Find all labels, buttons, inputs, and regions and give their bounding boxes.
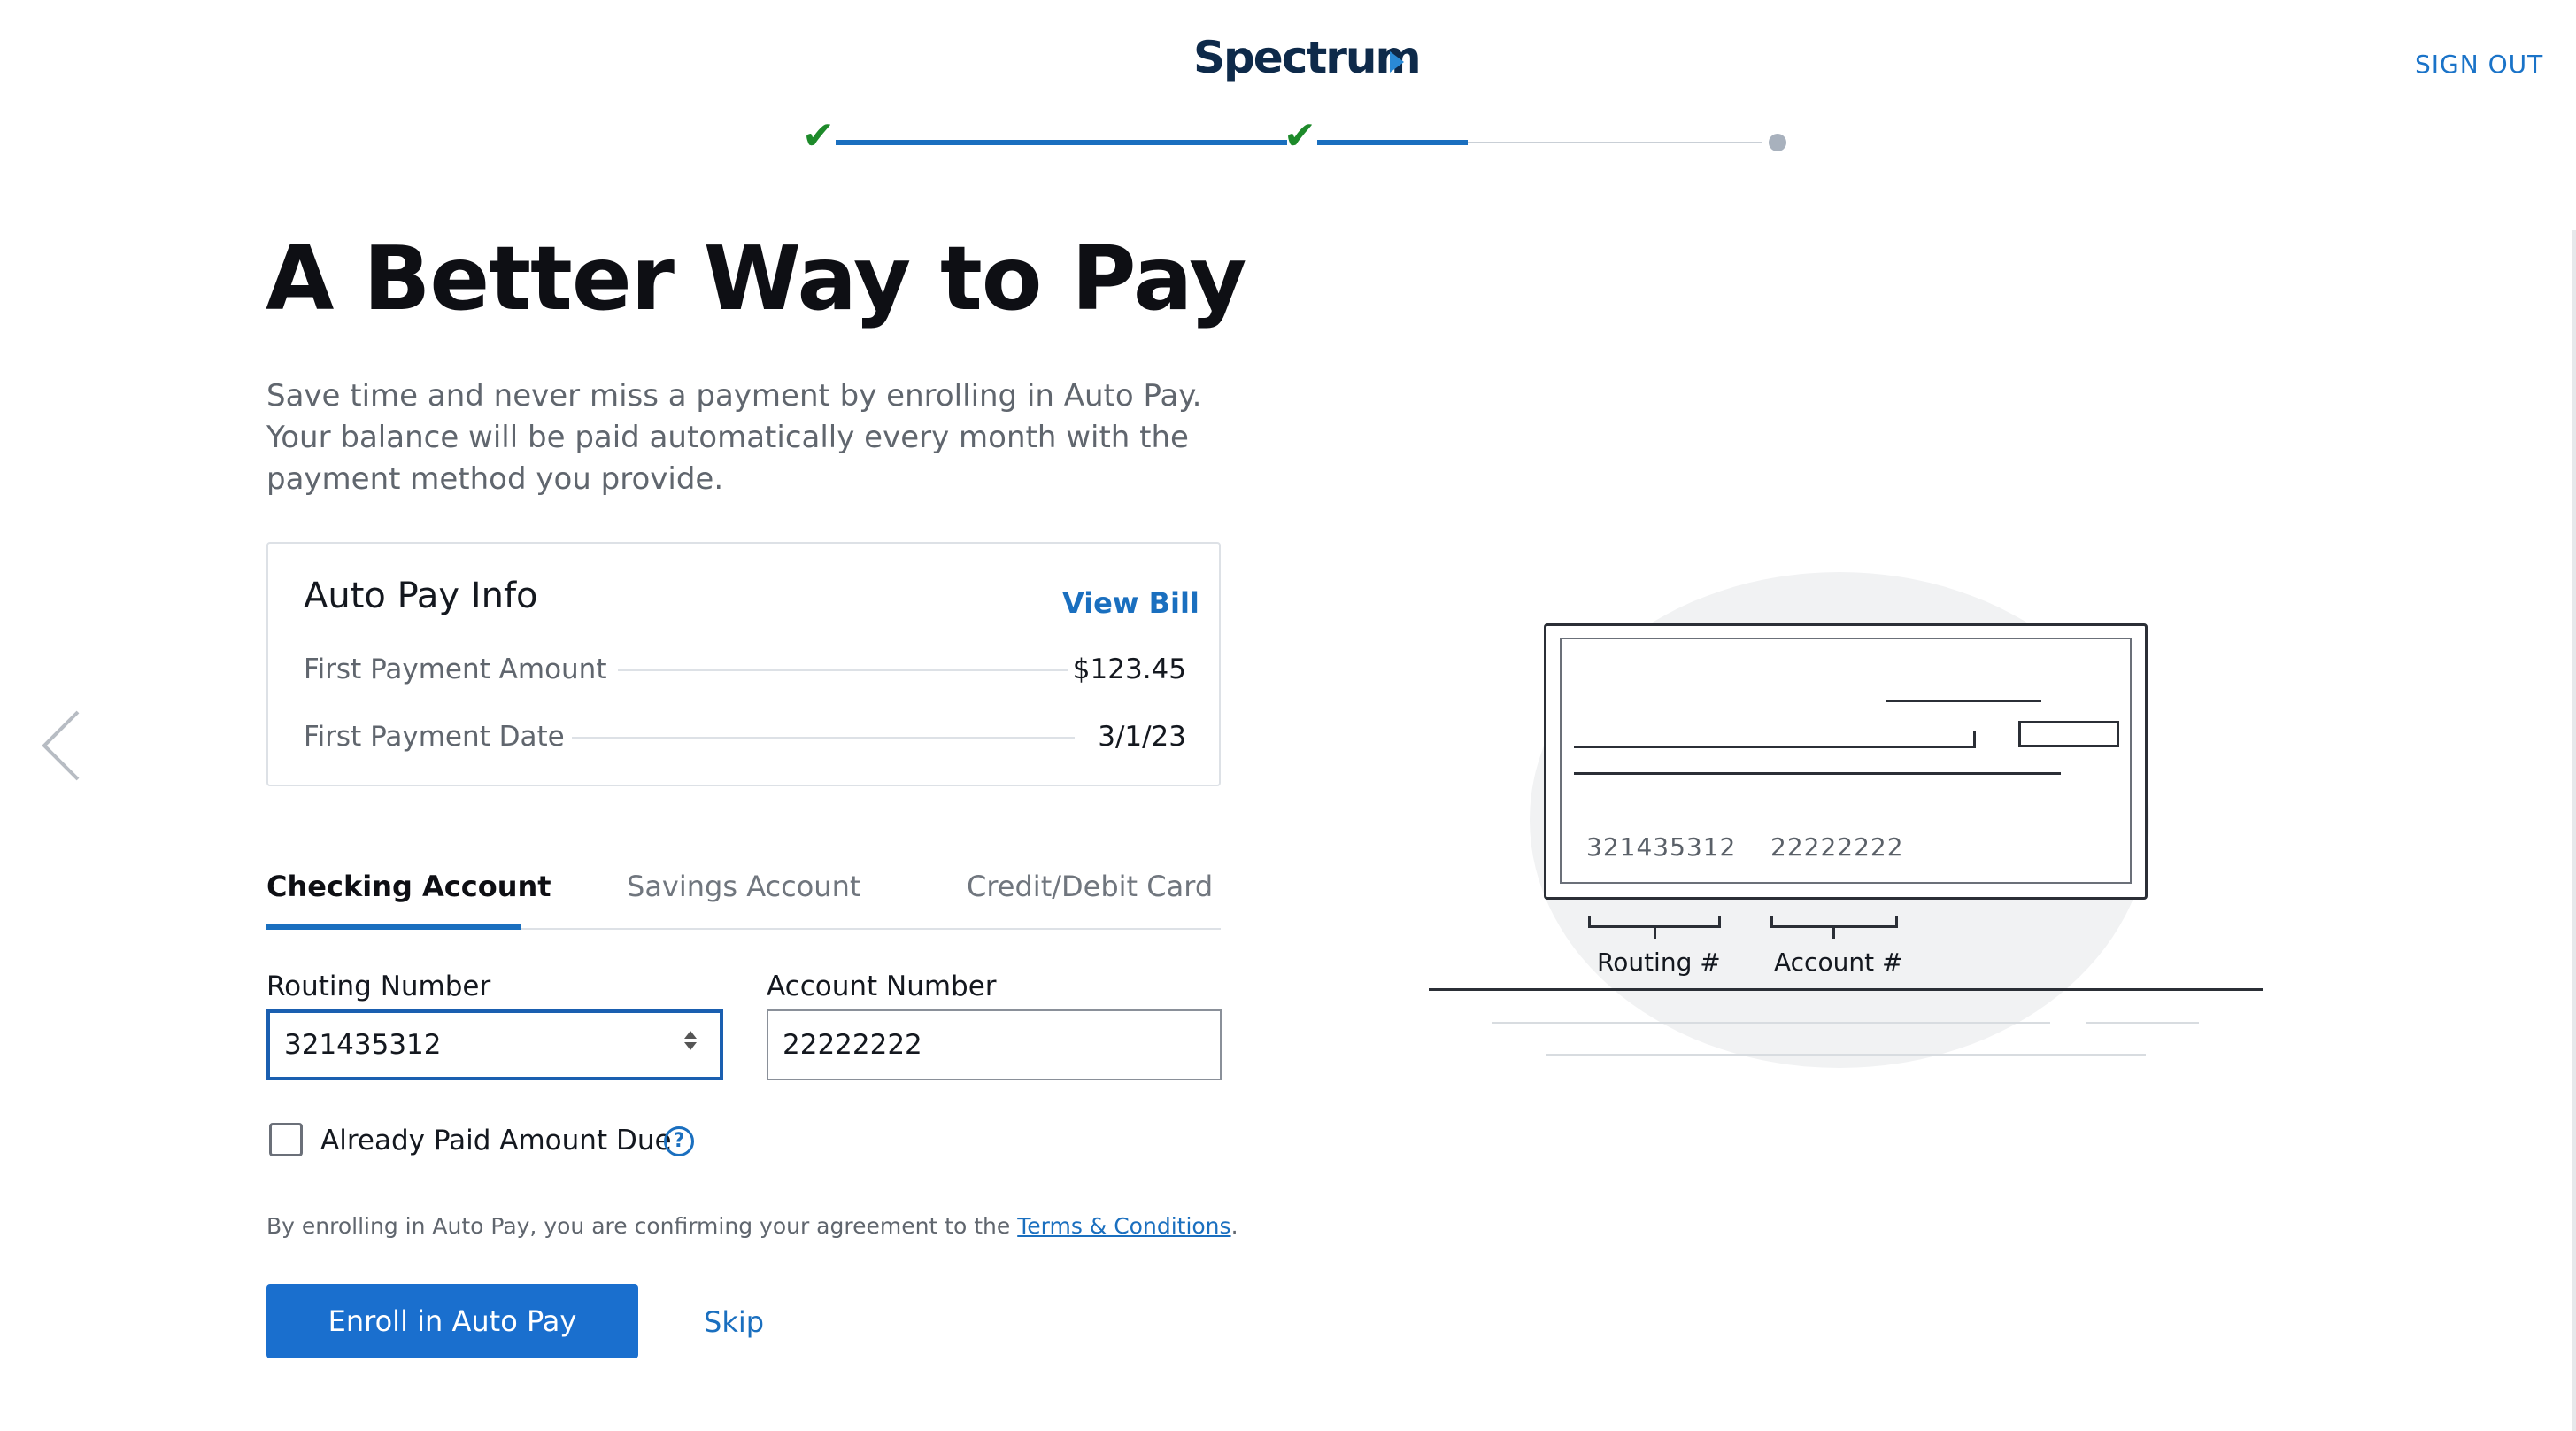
legal-text-end: . bbox=[1230, 1213, 1238, 1239]
ground-line bbox=[1429, 988, 2263, 991]
skip-link[interactable]: Skip bbox=[704, 1305, 764, 1339]
faint-line bbox=[2086, 1022, 2199, 1024]
leader-line bbox=[618, 669, 1068, 671]
first-payment-amount-label: First Payment Amount bbox=[304, 654, 607, 685]
tab-savings-account[interactable]: Savings Account bbox=[627, 870, 860, 903]
step-1-check-icon: ✔ bbox=[802, 113, 835, 159]
logo-arrow-icon bbox=[1390, 51, 1404, 73]
page-description: Save time and never miss a payment by en… bbox=[266, 378, 1202, 497]
progress-segment-2 bbox=[1317, 140, 1468, 145]
routing-number-input[interactable] bbox=[266, 1009, 723, 1080]
first-payment-date-value: 3/1/23 bbox=[1098, 721, 1186, 753]
account-label: Account # bbox=[1774, 948, 1903, 977]
account-number-input[interactable] bbox=[767, 1009, 1222, 1080]
progress-segment-remaining bbox=[1468, 142, 1762, 143]
chevron-left-icon[interactable] bbox=[39, 708, 83, 783]
check-account-number: 22222222 bbox=[1770, 832, 1904, 862]
step-2-check-icon: ✔ bbox=[1284, 113, 1316, 159]
check-routing-number: 321435312 bbox=[1586, 832, 1737, 862]
check-line bbox=[1973, 731, 1976, 747]
routing-number-label: Routing Number bbox=[266, 971, 491, 1002]
help-icon[interactable]: ? bbox=[664, 1126, 694, 1156]
active-tab-indicator bbox=[266, 924, 521, 930]
auto-pay-info-title: Auto Pay Info bbox=[304, 576, 538, 616]
account-bracket-stem bbox=[1832, 926, 1835, 939]
already-paid-label[interactable]: Already Paid Amount Due bbox=[320, 1125, 672, 1156]
stepper-up-icon[interactable] bbox=[684, 1031, 697, 1039]
routing-bracket-stem bbox=[1654, 926, 1656, 939]
legal-text: By enrolling in Auto Pay, you are confir… bbox=[266, 1213, 1238, 1239]
legal-text-body: By enrolling in Auto Pay, you are confir… bbox=[266, 1213, 1018, 1239]
scrollbar-track[interactable] bbox=[2572, 230, 2576, 1431]
tab-checking-account[interactable]: Checking Account bbox=[266, 870, 551, 903]
progress-segment-1 bbox=[836, 140, 1287, 145]
page-title: A Better Way to Pay bbox=[266, 227, 1246, 330]
check-line bbox=[1574, 772, 2061, 775]
number-stepper[interactable] bbox=[682, 1027, 699, 1066]
enroll-auto-pay-button[interactable]: Enroll in Auto Pay bbox=[266, 1284, 638, 1358]
leader-line bbox=[572, 737, 1075, 739]
view-bill-link[interactable]: View Bill bbox=[1062, 586, 1199, 620]
terms-conditions-link[interactable]: Terms & Conditions bbox=[1017, 1213, 1230, 1239]
faint-line bbox=[1546, 1054, 2146, 1056]
tab-credit-debit-card[interactable]: Credit/Debit Card bbox=[967, 870, 1213, 903]
check-amount-box bbox=[2018, 721, 2119, 747]
account-number-label: Account Number bbox=[767, 971, 997, 1002]
spectrum-logo: Spectrum bbox=[1193, 32, 1422, 83]
stepper-down-icon[interactable] bbox=[684, 1042, 697, 1050]
step-3-dot bbox=[1769, 134, 1786, 151]
check-line bbox=[1574, 746, 1976, 748]
already-paid-checkbox[interactable] bbox=[269, 1123, 303, 1156]
check-line bbox=[1886, 700, 2041, 702]
first-payment-amount-value: $123.45 bbox=[1072, 654, 1186, 685]
first-payment-date-label: First Payment Date bbox=[304, 721, 565, 753]
faint-line bbox=[1492, 1022, 2050, 1024]
routing-label: Routing # bbox=[1597, 948, 1721, 977]
sign-out-link[interactable]: SIGN OUT bbox=[2415, 50, 2543, 79]
